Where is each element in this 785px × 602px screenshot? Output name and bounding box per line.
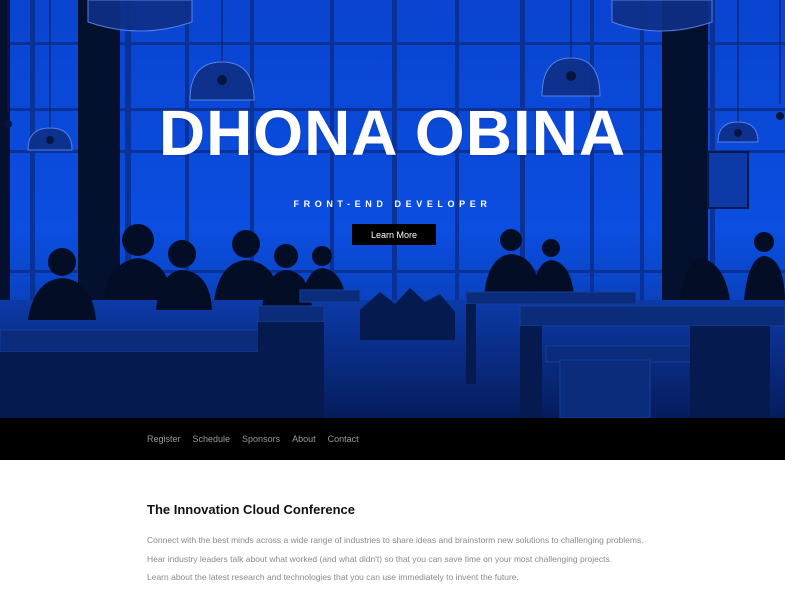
content-paragraph: Connect with the best minds across a wid… — [147, 535, 644, 545]
nav-link-contact[interactable]: Contact — [328, 434, 359, 444]
nav-link-about[interactable]: About — [292, 434, 316, 444]
nav-link-schedule[interactable]: Schedule — [193, 434, 231, 444]
main-navigation: Register Schedule Sponsors About Contact — [0, 418, 785, 460]
nav-link-register[interactable]: Register — [147, 434, 181, 444]
learn-more-button[interactable]: Learn More — [352, 224, 436, 245]
section-title: The Innovation Cloud Conference — [147, 502, 356, 517]
hero-title: DHONA OBINA — [158, 97, 627, 169]
hero-subtitle: FRONT-END DEVELOPER — [293, 199, 492, 209]
content-paragraph: Learn about the latest research and tech… — [147, 572, 519, 583]
hero-section: DHONA OBINA FRONT-END DEVELOPER Learn Mo… — [0, 0, 785, 418]
nav-link-sponsors[interactable]: Sponsors — [242, 434, 280, 444]
content-paragraph: Hear industry leaders talk about what wo… — [147, 553, 613, 564]
content-section: The Innovation Cloud Conference Connect … — [147, 502, 707, 587]
nav-links: Register Schedule Sponsors About Contact — [147, 418, 371, 460]
hero-background-image — [0, 0, 785, 418]
